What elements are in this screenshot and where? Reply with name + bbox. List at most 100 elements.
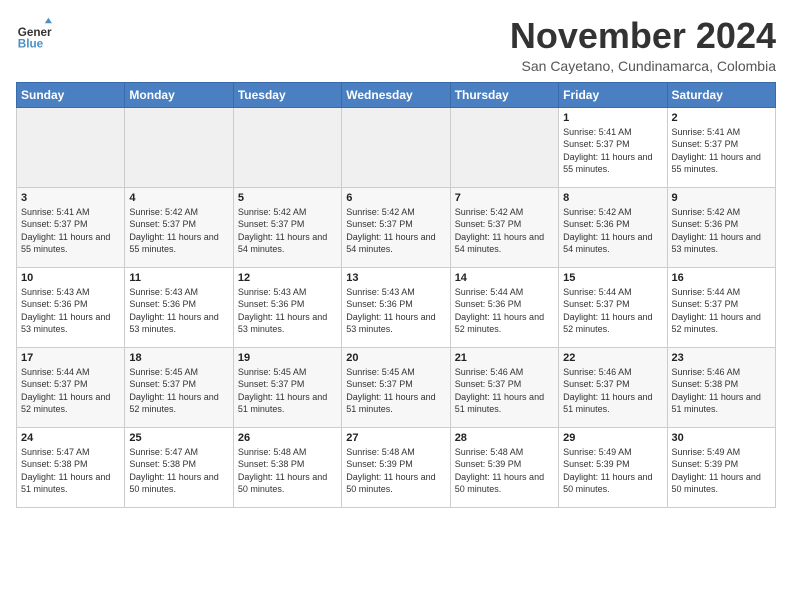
day-number: 22 (563, 352, 662, 364)
day-sun-info: Sunrise: 5:45 AMSunset: 5:37 PMDaylight:… (238, 366, 337, 416)
day-number: 26 (238, 432, 337, 444)
day-sun-info: Sunrise: 5:46 AMSunset: 5:37 PMDaylight:… (455, 366, 554, 416)
day-sun-info: Sunrise: 5:48 AMSunset: 5:39 PMDaylight:… (455, 446, 554, 496)
calendar-week-row: 1 Sunrise: 5:41 AMSunset: 5:37 PMDaylight… (17, 107, 776, 187)
calendar-day-cell: 28 Sunrise: 5:48 AMSunset: 5:39 PMDayligh… (450, 427, 558, 507)
day-sun-info: Sunrise: 5:42 AMSunset: 5:36 PMDaylight:… (672, 206, 771, 256)
calendar-day-cell: 14 Sunrise: 5:44 AMSunset: 5:36 PMDayligh… (450, 267, 558, 347)
calendar-day-cell: 10 Sunrise: 5:43 AMSunset: 5:36 PMDayligh… (17, 267, 125, 347)
svg-text:Blue: Blue (18, 38, 44, 51)
day-number: 8 (563, 192, 662, 204)
day-of-week-header: Saturday (667, 82, 775, 107)
day-sun-info: Sunrise: 5:45 AMSunset: 5:37 PMDaylight:… (346, 366, 445, 416)
calendar-week-row: 3 Sunrise: 5:41 AMSunset: 5:37 PMDaylight… (17, 187, 776, 267)
calendar-week-row: 24 Sunrise: 5:47 AMSunset: 5:38 PMDayligh… (17, 427, 776, 507)
calendar-week-row: 10 Sunrise: 5:43 AMSunset: 5:36 PMDayligh… (17, 267, 776, 347)
logo: General Blue (16, 16, 52, 52)
calendar-day-cell (450, 107, 558, 187)
day-number: 21 (455, 352, 554, 364)
calendar-day-cell: 24 Sunrise: 5:47 AMSunset: 5:38 PMDayligh… (17, 427, 125, 507)
day-number: 6 (346, 192, 445, 204)
day-sun-info: Sunrise: 5:42 AMSunset: 5:37 PMDaylight:… (129, 206, 228, 256)
day-sun-info: Sunrise: 5:46 AMSunset: 5:38 PMDaylight:… (672, 366, 771, 416)
day-number: 16 (672, 272, 771, 284)
calendar-day-cell: 9 Sunrise: 5:42 AMSunset: 5:36 PMDaylight… (667, 187, 775, 267)
day-sun-info: Sunrise: 5:48 AMSunset: 5:39 PMDaylight:… (346, 446, 445, 496)
calendar-table: SundayMondayTuesdayWednesdayThursdayFrid… (16, 82, 776, 508)
day-number: 7 (455, 192, 554, 204)
calendar-day-cell: 22 Sunrise: 5:46 AMSunset: 5:37 PMDayligh… (559, 347, 667, 427)
day-number: 9 (672, 192, 771, 204)
calendar-day-cell: 23 Sunrise: 5:46 AMSunset: 5:38 PMDayligh… (667, 347, 775, 427)
day-sun-info: Sunrise: 5:49 AMSunset: 5:39 PMDaylight:… (672, 446, 771, 496)
day-sun-info: Sunrise: 5:44 AMSunset: 5:36 PMDaylight:… (455, 286, 554, 336)
day-sun-info: Sunrise: 5:44 AMSunset: 5:37 PMDaylight:… (672, 286, 771, 336)
day-number: 28 (455, 432, 554, 444)
calendar-day-cell: 21 Sunrise: 5:46 AMSunset: 5:37 PMDayligh… (450, 347, 558, 427)
day-number: 1 (563, 112, 662, 124)
day-sun-info: Sunrise: 5:43 AMSunset: 5:36 PMDaylight:… (129, 286, 228, 336)
day-sun-info: Sunrise: 5:49 AMSunset: 5:39 PMDaylight:… (563, 446, 662, 496)
logo-icon: General Blue (16, 16, 52, 52)
calendar-day-cell: 1 Sunrise: 5:41 AMSunset: 5:37 PMDaylight… (559, 107, 667, 187)
calendar-day-cell: 15Sunrise: 5:44 AMSunset: 5:37 PMDayligh… (559, 267, 667, 347)
day-number: 25 (129, 432, 228, 444)
day-of-week-header: Tuesday (233, 82, 341, 107)
calendar-day-cell: 5 Sunrise: 5:42 AMSunset: 5:37 PMDaylight… (233, 187, 341, 267)
day-sun-info: Sunrise: 5:43 AMSunset: 5:36 PMDaylight:… (21, 286, 120, 336)
day-number: 18 (129, 352, 228, 364)
day-sun-info: Sunrise: 5:46 AMSunset: 5:37 PMDaylight:… (563, 366, 662, 416)
calendar-day-cell: 27Sunrise: 5:48 AMSunset: 5:39 PMDayligh… (342, 427, 450, 507)
day-number: 20 (346, 352, 445, 364)
day-of-week-header: Thursday (450, 82, 558, 107)
day-sun-info: Sunrise: 5:47 AMSunset: 5:38 PMDaylight:… (21, 446, 120, 496)
day-sun-info: Sunrise: 5:44 AMSunset: 5:37 PMDaylight:… (21, 366, 120, 416)
day-sun-info: Sunrise: 5:41 AMSunset: 5:37 PMDaylight:… (21, 206, 120, 256)
calendar-day-cell: 12 Sunrise: 5:43 AMSunset: 5:36 PMDayligh… (233, 267, 341, 347)
day-of-week-header: Monday (125, 82, 233, 107)
day-sun-info: Sunrise: 5:42 AMSunset: 5:37 PMDaylight:… (238, 206, 337, 256)
calendar-day-cell: 13 Sunrise: 5:43 AMSunset: 5:36 PMDayligh… (342, 267, 450, 347)
day-number: 12 (238, 272, 337, 284)
calendar-day-cell (342, 107, 450, 187)
day-number: 14 (455, 272, 554, 284)
calendar-day-cell: 11Sunrise: 5:43 AMSunset: 5:36 PMDayligh… (125, 267, 233, 347)
day-sun-info: Sunrise: 5:42 AMSunset: 5:37 PMDaylight:… (346, 206, 445, 256)
calendar-day-cell: 17 Sunrise: 5:44 AMSunset: 5:37 PMDayligh… (17, 347, 125, 427)
calendar-day-cell: 19 Sunrise: 5:45 AMSunset: 5:37 PMDayligh… (233, 347, 341, 427)
calendar-day-cell: 3 Sunrise: 5:41 AMSunset: 5:37 PMDaylight… (17, 187, 125, 267)
day-number: 19 (238, 352, 337, 364)
day-sun-info: Sunrise: 5:42 AMSunset: 5:36 PMDaylight:… (563, 206, 662, 256)
day-number: 3 (21, 192, 120, 204)
calendar-day-cell (233, 107, 341, 187)
calendar-day-cell: 2Sunrise: 5:41 AMSunset: 5:37 PMDaylight… (667, 107, 775, 187)
calendar-day-cell (17, 107, 125, 187)
day-sun-info: Sunrise: 5:43 AMSunset: 5:36 PMDaylight:… (346, 286, 445, 336)
day-number: 30 (672, 432, 771, 444)
calendar-day-cell: 20 Sunrise: 5:45 AMSunset: 5:37 PMDayligh… (342, 347, 450, 427)
day-number: 23 (672, 352, 771, 364)
day-sun-info: Sunrise: 5:45 AMSunset: 5:37 PMDaylight:… (129, 366, 228, 416)
day-number: 17 (21, 352, 120, 364)
day-number: 15 (563, 272, 662, 284)
day-of-week-header: Friday (559, 82, 667, 107)
month-year-title: November 2024 (510, 16, 776, 56)
day-number: 29 (563, 432, 662, 444)
day-of-week-header: Wednesday (342, 82, 450, 107)
location-subtitle: San Cayetano, Cundinamarca, Colombia (510, 58, 776, 74)
page-header: General Blue November 2024 San Cayetano,… (16, 16, 776, 74)
day-number: 13 (346, 272, 445, 284)
day-sun-info: Sunrise: 5:41 AMSunset: 5:37 PMDaylight:… (563, 126, 662, 176)
day-sun-info: Sunrise: 5:43 AMSunset: 5:36 PMDaylight:… (238, 286, 337, 336)
day-sun-info: Sunrise: 5:48 AMSunset: 5:38 PMDaylight:… (238, 446, 337, 496)
calendar-day-cell (125, 107, 233, 187)
calendar-day-cell: 18 Sunrise: 5:45 AMSunset: 5:37 PMDayligh… (125, 347, 233, 427)
calendar-day-cell: 7Sunrise: 5:42 AMSunset: 5:37 PMDaylight… (450, 187, 558, 267)
calendar-day-cell: 6 Sunrise: 5:42 AMSunset: 5:37 PMDaylight… (342, 187, 450, 267)
day-number: 10 (21, 272, 120, 284)
day-of-week-header: Sunday (17, 82, 125, 107)
calendar-day-cell: 16 Sunrise: 5:44 AMSunset: 5:37 PMDayligh… (667, 267, 775, 347)
day-number: 5 (238, 192, 337, 204)
calendar-day-cell: 26 Sunrise: 5:48 AMSunset: 5:38 PMDayligh… (233, 427, 341, 507)
day-number: 24 (21, 432, 120, 444)
